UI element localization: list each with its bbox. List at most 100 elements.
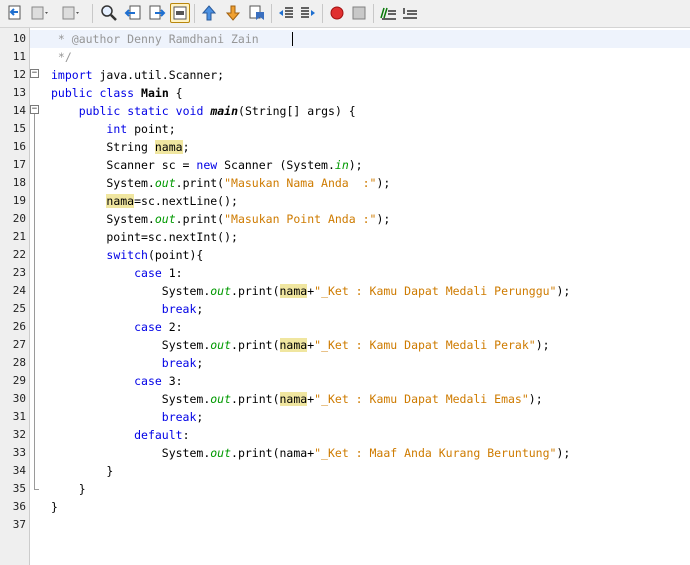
code-line[interactable]: System.out.print("Masukan Point Anda :")… [51,210,390,228]
code-token: Scanner (System. [217,158,335,172]
uncomment-button[interactable] [400,3,420,23]
line-number: 25 [12,302,26,315]
code-token: System. [51,338,211,352]
code-line[interactable]: System.out.print("Masukan Nama Anda :"); [51,174,390,192]
code-token: out [154,176,176,190]
code-line[interactable]: case 1: [51,264,183,282]
code-token: "_Ket : Kamu Dapat Medali Perunggu" [314,284,557,298]
find-next-icon [149,5,166,20]
shift-left-button[interactable] [276,3,296,23]
code-line[interactable]: System.out.print(nama+"_Ket : Kamu Dapat… [51,282,570,300]
code-token: * @author Denny Ramdhani Zain [51,32,259,46]
find-previous-button[interactable] [123,3,143,23]
line-number: 13 [12,86,26,99]
code-token: nama [154,140,183,154]
code-line[interactable]: * @author Denny Ramdhani Zain [51,30,259,48]
code-line[interactable]: System.out.print(nama+"_Ket : Kamu Dapat… [51,336,550,354]
code-token: System. [51,284,211,298]
shift-right-icon [301,7,315,18]
toggle-highlight-button[interactable] [170,3,190,23]
code-line[interactable]: String nama; [51,138,190,156]
code-line[interactable]: break; [51,354,204,372]
back-button[interactable] [5,3,25,23]
code-line[interactable]: nama=sc.nextLine(); [51,192,238,210]
start-macro-button[interactable] [327,3,347,23]
fold-toggle-main-method[interactable]: − [30,105,39,114]
history-dropdown-button[interactable] [29,3,49,23]
line-number: 29 [12,374,26,387]
line-number: 22 [12,248,26,261]
code-line[interactable]: System.out.print(nama+"_Ket : Kamu Dapat… [51,390,543,408]
line-number: 28 [12,356,26,369]
toggle-bookmark-button[interactable] [247,3,267,23]
back-icon [8,5,21,20]
code-token: "_Ket : Maaf Anda Kurang Beruntung" [314,446,557,460]
code-token: break [161,410,197,424]
next-bookmark-button[interactable] [223,3,243,23]
code-token: 1: [161,266,183,280]
line-number: 14 [12,104,26,117]
text-caret [292,32,293,46]
code-token: .print( [231,284,280,298]
code-line[interactable]: import java.util.Scanner; [51,66,224,84]
code-line[interactable]: case 2: [51,318,183,336]
forward-history-button[interactable] [60,3,80,23]
code-token: ); [376,212,391,226]
code-token: point=sc.nextInt(); [51,230,238,244]
code-line[interactable]: point=sc.nextInt(); [51,228,238,246]
code-line[interactable]: public static void main(String[] args) { [51,102,356,120]
code-line[interactable]: */ [51,48,72,66]
record-icon [330,6,344,20]
code-token: main [210,104,239,118]
code-line[interactable]: default: [51,426,189,444]
stop-macro-button[interactable] [349,3,369,23]
code-line[interactable]: case 3: [51,372,182,390]
code-token: 2: [161,320,183,334]
code-line[interactable]: System.out.print(nama+"_Ket : Maaf Anda … [51,444,571,462]
code-token: .print(nama+ [231,446,315,460]
code-token: ); [376,176,391,190]
code-line[interactable]: Scanner sc = new Scanner (System.in); [51,156,362,174]
code-token: class [99,86,135,100]
comment-button[interactable] [378,3,398,23]
code-token: } [51,482,86,496]
code-token: nama [106,194,135,208]
code-line[interactable]: break; [51,300,204,318]
line-number: 24 [12,284,26,297]
line-number: 36 [12,500,26,513]
code-token: case [134,320,162,334]
line-number: 35 [12,482,26,495]
code-token: out [210,338,232,352]
code-line[interactable]: int point; [51,120,175,138]
code-line[interactable]: switch(point){ [51,246,203,264]
find-button[interactable] [99,3,119,23]
code-token: void [175,104,204,118]
code-line[interactable]: break; [51,408,204,426]
previous-bookmark-button[interactable] [199,3,219,23]
code-token: out [210,446,232,460]
code-token: System. [51,446,211,460]
code-line[interactable]: } [51,498,58,516]
highlight-icon [173,6,187,20]
fold-toggle-import[interactable]: − [30,69,39,78]
code-token: switch [106,248,148,262]
code-line[interactable]: } [51,480,86,498]
code-line[interactable]: } [51,462,113,480]
code-token: new [196,158,218,172]
line-number-gutter[interactable]: 10 11 12 13 14 15 16 17 18 19 20 21 22 23 24 25 26 27 28 29… [0,28,30,565]
code-line[interactable]: public class Main { [51,84,183,102]
find-next-button[interactable] [147,3,167,23]
bookmark-toggle-icon [249,5,264,20]
code-token: import [51,68,93,82]
code-token: default [134,428,183,442]
line-number: 23 [12,266,26,279]
code-token: .print( [175,212,225,226]
find-previous-icon [124,5,141,20]
comment-icon [380,7,396,20]
shift-right-button[interactable] [298,3,318,23]
